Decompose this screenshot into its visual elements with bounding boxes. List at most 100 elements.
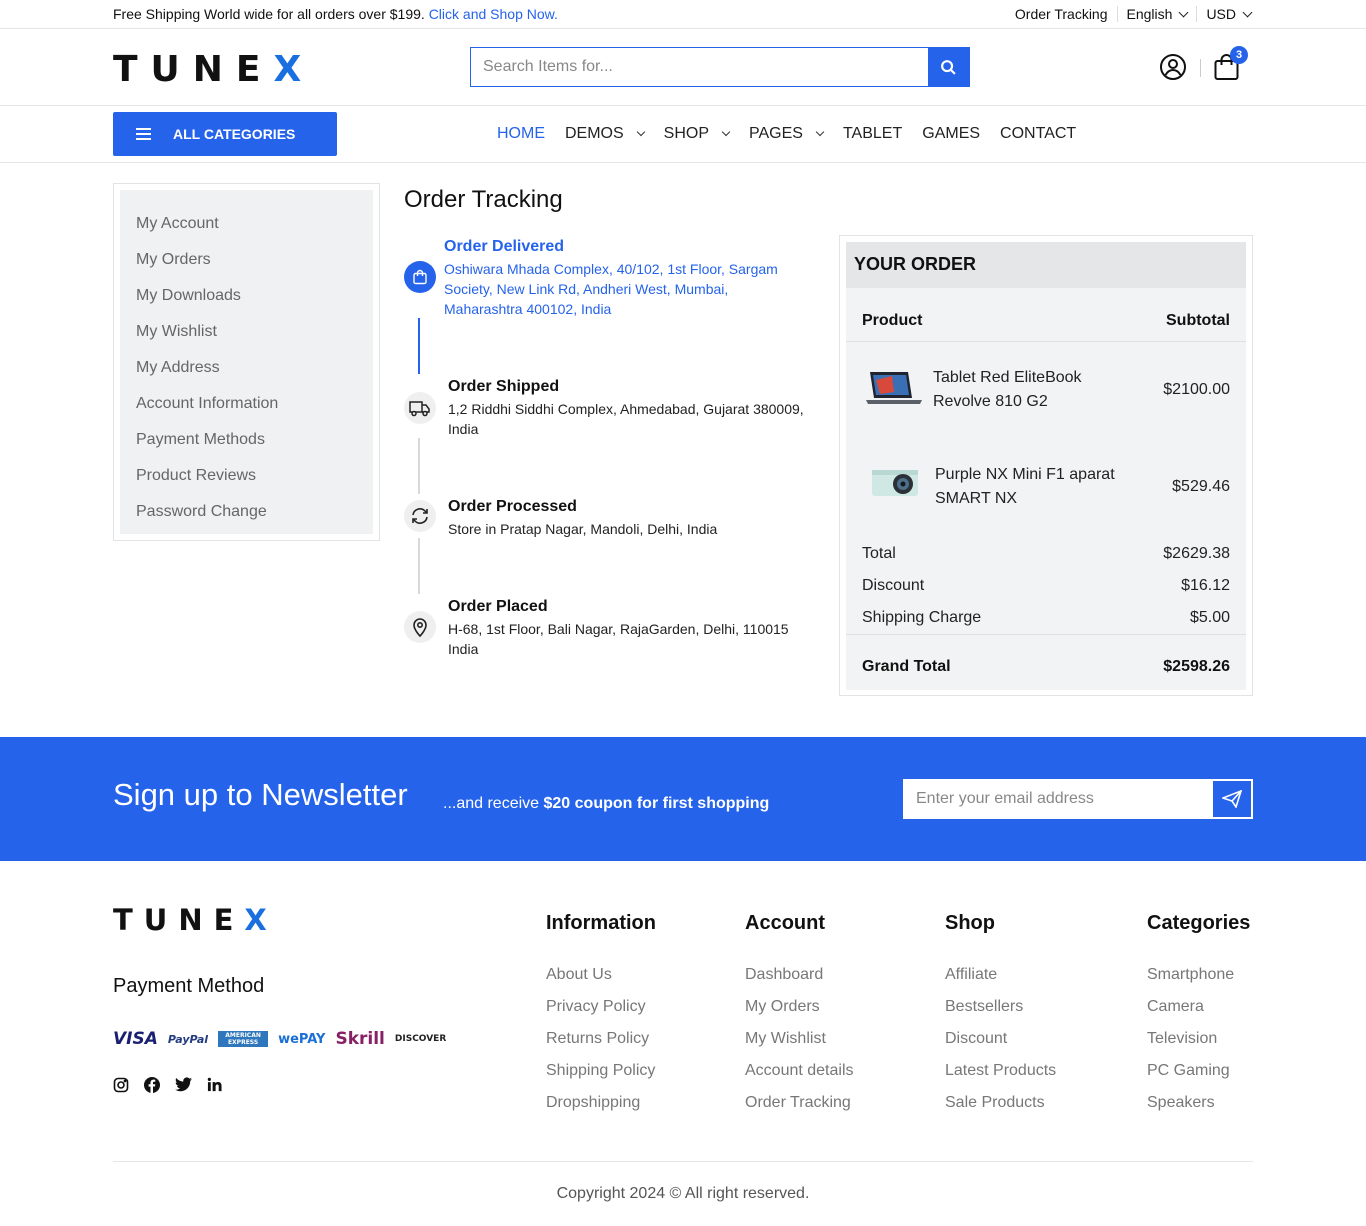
payment-method-title: Payment Method bbox=[113, 975, 265, 997]
sidebar-item-my-wishlist[interactable]: My Wishlist bbox=[120, 314, 373, 350]
step-title: Order Placed bbox=[448, 598, 548, 615]
amex-logo: AMERICAN EXPRESS bbox=[218, 1031, 269, 1047]
step-address: H-68, 1st Floor, Bali Nagar, RajaGarden,… bbox=[448, 621, 789, 657]
newsletter-email-input[interactable] bbox=[905, 781, 1213, 817]
footer-link[interactable]: My Wishlist bbox=[745, 1029, 854, 1061]
social-links bbox=[113, 1077, 222, 1093]
logo[interactable]: TUNEX bbox=[113, 49, 314, 90]
grand-total-value: $2598.26 bbox=[1163, 658, 1230, 675]
nav-home[interactable]: HOME bbox=[497, 125, 545, 143]
sidebar-item-my-account[interactable]: My Account bbox=[120, 206, 373, 242]
nav-label: PAGES bbox=[749, 125, 803, 142]
chevron-down-icon bbox=[1178, 7, 1189, 17]
nav-shop[interactable]: SHOP bbox=[663, 125, 731, 143]
footer-link[interactable]: Account details bbox=[745, 1061, 854, 1093]
footer-link[interactable]: Smartphone bbox=[1147, 965, 1250, 997]
footer-link[interactable]: PC Gaming bbox=[1147, 1061, 1250, 1093]
shipping-label: Shipping Charge bbox=[862, 609, 982, 626]
step-address: Store in Pratap Nagar, Mandoli, Delhi, I… bbox=[448, 521, 718, 537]
sidebar-item-product-reviews[interactable]: Product Reviews bbox=[120, 458, 373, 494]
timeline-connector bbox=[418, 438, 420, 494]
camera-image bbox=[872, 470, 918, 496]
footer-column-title: Categories bbox=[1147, 912, 1251, 934]
shopping-bag-icon bbox=[413, 269, 427, 285]
instagram-icon[interactable] bbox=[113, 1077, 129, 1093]
step-address: 1,2 Riddhi Siddhi Complex, Ahmedabad, Gu… bbox=[448, 401, 804, 437]
footer-link[interactable]: About Us bbox=[546, 965, 656, 997]
sidebar-menu: My Account My Orders My Downloads My Wis… bbox=[120, 190, 373, 534]
timeline-connector bbox=[418, 318, 420, 374]
footer-logo[interactable]: TUNEX bbox=[113, 903, 278, 937]
footer-link[interactable]: Order Tracking bbox=[745, 1093, 854, 1125]
product-price: $2100.00 bbox=[1163, 381, 1230, 398]
promo-message: Free Shipping World wide for all orders … bbox=[113, 6, 425, 22]
logo-x: X bbox=[244, 903, 278, 937]
navigation-bar: ALL CATEGORIES HOME DEMOS SHOP PAGES TAB… bbox=[0, 106, 1366, 163]
nav-tablet[interactable]: TABLET bbox=[843, 125, 902, 143]
cart-count-badge: 3 bbox=[1230, 46, 1248, 64]
footer-link[interactable]: Shipping Policy bbox=[546, 1061, 656, 1093]
nav-games[interactable]: GAMES bbox=[922, 125, 980, 143]
footer-link[interactable]: Sale Products bbox=[945, 1093, 1056, 1125]
footer-link[interactable]: Speakers bbox=[1147, 1093, 1250, 1125]
search-button[interactable] bbox=[928, 48, 969, 86]
logo-x: X bbox=[273, 49, 315, 90]
page-title: Order Tracking bbox=[404, 186, 563, 213]
footer-link[interactable]: Bestsellers bbox=[945, 997, 1056, 1029]
promo-link[interactable]: Click and Shop Now. bbox=[429, 6, 558, 22]
currency-select[interactable]: USD bbox=[1206, 6, 1253, 22]
twitter-icon[interactable] bbox=[175, 1077, 192, 1092]
footer-link[interactable]: My Orders bbox=[745, 997, 854, 1029]
logo-text: TUNE bbox=[113, 903, 245, 937]
sidebar-item-my-downloads[interactable]: My Downloads bbox=[120, 278, 373, 314]
account-sidebar: My Account My Orders My Downloads My Wis… bbox=[113, 183, 380, 541]
footer-link[interactable]: Dropshipping bbox=[546, 1093, 656, 1125]
linkedin-icon[interactable] bbox=[207, 1077, 222, 1092]
product-thumbnail[interactable] bbox=[864, 370, 924, 411]
all-categories-button[interactable]: ALL CATEGORIES bbox=[113, 112, 337, 156]
total-label: Total bbox=[862, 545, 896, 562]
sidebar-item-payment-methods[interactable]: Payment Methods bbox=[120, 422, 373, 458]
footer-link[interactable]: Dashboard bbox=[745, 965, 854, 997]
subtotal-column-header: Subtotal bbox=[1166, 312, 1230, 329]
payment-logos: VISA PayPal AMERICAN EXPRESS wePAY Skril… bbox=[113, 1029, 446, 1049]
order-summary-panel: YOUR ORDER Product Subtotal Tablet Red E… bbox=[846, 242, 1246, 690]
top-bar: Free Shipping World wide for all orders … bbox=[0, 0, 1366, 29]
skrill-logo: Skrill bbox=[335, 1029, 385, 1049]
footer-link[interactable]: Television bbox=[1147, 1029, 1250, 1061]
nav-demos[interactable]: DEMOS bbox=[565, 125, 645, 143]
footer-link[interactable]: Privacy Policy bbox=[546, 997, 656, 1029]
divider bbox=[1200, 59, 1201, 77]
facebook-icon[interactable] bbox=[144, 1077, 160, 1093]
nav-label: TABLET bbox=[842, 125, 903, 142]
newsletter-submit-button[interactable] bbox=[1213, 781, 1251, 817]
sidebar-item-account-information[interactable]: Account Information bbox=[120, 386, 373, 422]
paypal-logo: PayPal bbox=[167, 1032, 209, 1046]
nav-pages[interactable]: PAGES bbox=[749, 125, 825, 143]
nav-contact[interactable]: CONTACT bbox=[1000, 125, 1076, 143]
sidebar-item-my-orders[interactable]: My Orders bbox=[120, 242, 373, 278]
header: TUNEX bbox=[0, 29, 1366, 106]
footer-link[interactable]: Returns Policy bbox=[546, 1029, 656, 1061]
sidebar-item-password-change[interactable]: Password Change bbox=[120, 494, 373, 530]
map-pin-icon bbox=[413, 618, 427, 637]
refresh-icon bbox=[412, 508, 428, 524]
footer-link[interactable]: Discount bbox=[945, 1029, 1056, 1061]
step-title: Order Shipped bbox=[448, 378, 560, 395]
total-row: Total $2629.38 bbox=[862, 545, 1230, 563]
product-thumbnail[interactable] bbox=[870, 466, 920, 505]
footer-link[interactable]: Camera bbox=[1147, 997, 1250, 1029]
footer-column-shop: Shop Affiliate Bestsellers Discount Late… bbox=[945, 912, 1056, 1125]
footer-link[interactable]: Latest Products bbox=[945, 1061, 1056, 1093]
search-input[interactable] bbox=[471, 48, 929, 86]
sidebar-item-my-address[interactable]: My Address bbox=[120, 350, 373, 386]
search-icon bbox=[941, 59, 956, 75]
footer-link[interactable]: Affiliate bbox=[945, 965, 1056, 997]
order-table-header: Product Subtotal bbox=[862, 312, 1230, 330]
order-tracking-link[interactable]: Order Tracking bbox=[1015, 6, 1108, 22]
language-select[interactable]: English bbox=[1127, 6, 1189, 22]
nav-label: SHOP bbox=[663, 125, 710, 142]
account-button[interactable] bbox=[1159, 53, 1187, 86]
chevron-down-icon bbox=[815, 127, 825, 137]
footer-column-title: Shop bbox=[945, 912, 995, 934]
